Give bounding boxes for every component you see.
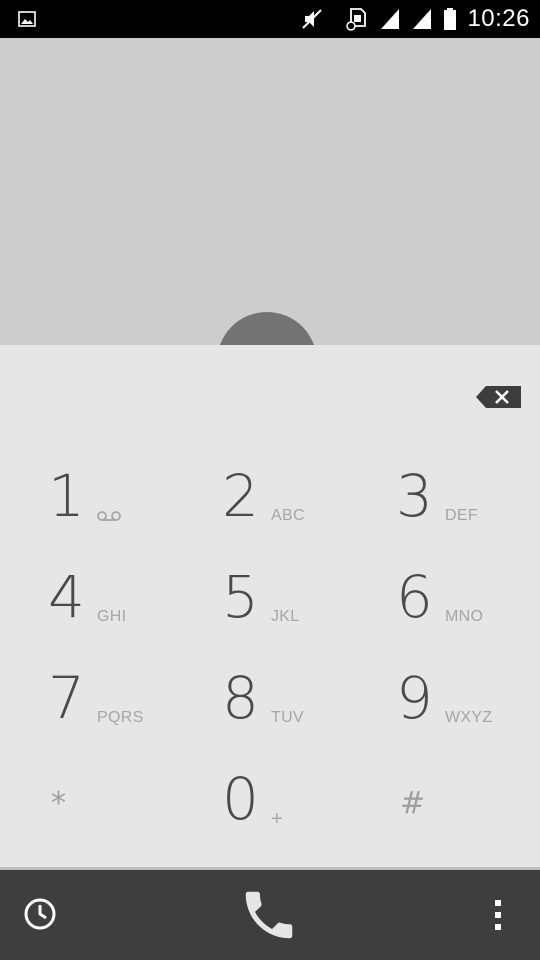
- key-letters: PQRS: [97, 709, 144, 726]
- action-bar: [0, 870, 540, 960]
- key-digit: #: [400, 786, 426, 821]
- key-8[interactable]: 8 TUV: [174, 647, 348, 748]
- key-digit: 5: [222, 563, 259, 631]
- key-0[interactable]: 0 +: [174, 748, 348, 849]
- key-1[interactable]: 1: [0, 445, 174, 546]
- key-letters: MNO: [445, 608, 484, 625]
- voicemail-icon: [97, 509, 121, 527]
- key-digit: 4: [48, 563, 85, 631]
- backspace-icon[interactable]: [476, 385, 522, 409]
- key-letters: TUV: [271, 709, 304, 726]
- phone-icon[interactable]: [236, 884, 302, 951]
- key-letters: +: [271, 808, 283, 830]
- key-2[interactable]: 2 ABC: [174, 445, 348, 546]
- key-letters: ABC: [271, 507, 305, 524]
- image-icon: [18, 11, 36, 27]
- key-5[interactable]: 5 JKL: [174, 546, 348, 647]
- status-bar: 10:26: [0, 0, 540, 38]
- key-digit: 6: [396, 563, 433, 631]
- key-digit: 7: [48, 664, 85, 732]
- key-digit: 3: [396, 462, 433, 530]
- battery-icon: [443, 6, 457, 32]
- key-digit: 9: [396, 664, 433, 732]
- history-icon[interactable]: [22, 896, 58, 937]
- signal-icon: [379, 7, 401, 31]
- key-digit: 8: [222, 664, 259, 732]
- key-digit: 0: [222, 765, 259, 833]
- key-digit: 1: [48, 462, 85, 530]
- sim-card-icon: [345, 6, 369, 32]
- dialer-top-area: [0, 38, 540, 345]
- clock: 10:26: [467, 5, 530, 32]
- key-letters: WXYZ: [445, 709, 493, 726]
- mute-icon: [299, 6, 325, 32]
- key-star[interactable]: *: [0, 748, 174, 849]
- key-4[interactable]: 4 GHI: [0, 546, 174, 647]
- key-pound[interactable]: #: [348, 748, 522, 849]
- signal-icon: [411, 7, 433, 31]
- key-3[interactable]: 3 DEF: [348, 445, 522, 546]
- key-digit: *: [51, 786, 66, 821]
- dialpad: 1 2 ABC 3 DEF 4 GHI 5 JKL 6 MNO 7 PQRS 8…: [0, 345, 540, 867]
- key-letters: DEF: [445, 507, 478, 524]
- key-6[interactable]: 6 MNO: [348, 546, 522, 647]
- key-7[interactable]: 7 PQRS: [0, 647, 174, 748]
- key-9[interactable]: 9 WXYZ: [348, 647, 522, 748]
- key-digit: 2: [222, 462, 259, 530]
- key-letters: GHI: [97, 608, 127, 625]
- dialpad-fab[interactable]: [217, 312, 317, 345]
- key-letters: JKL: [271, 608, 300, 625]
- more-vert-icon[interactable]: [488, 898, 508, 937]
